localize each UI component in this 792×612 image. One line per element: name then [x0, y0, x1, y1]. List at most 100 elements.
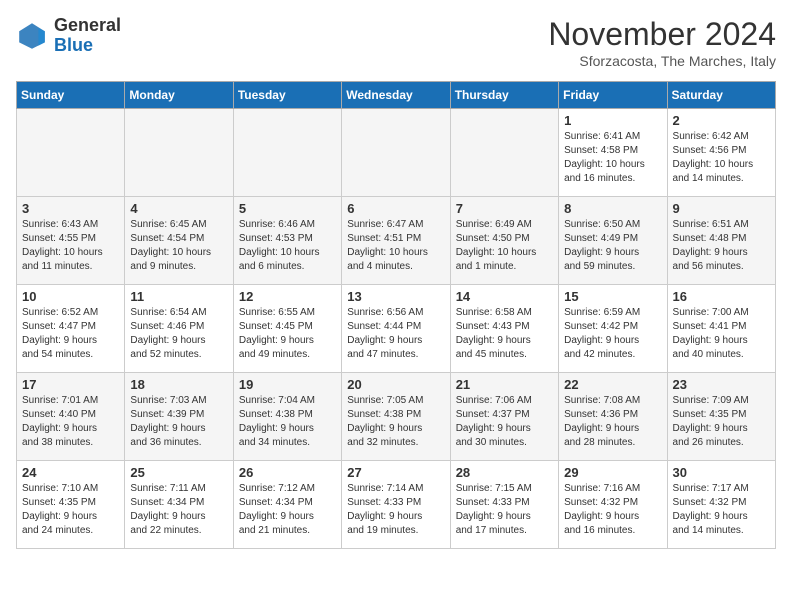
day-number: 9: [673, 201, 770, 216]
day-number: 23: [673, 377, 770, 392]
calendar-cell: 30 Sunrise: 7:17 AMSunset: 4:32 PMDayligh…: [667, 461, 775, 549]
calendar-week-row: 24 Sunrise: 7:10 AMSunset: 4:35 PMDayligh…: [17, 461, 776, 549]
day-info: Sunrise: 6:59 AMSunset: 4:42 PMDaylight:…: [564, 306, 661, 362]
calendar-cell: 19Sunrise: 7:04 AMSunset: 4:38 PMDayligh…: [233, 373, 341, 461]
calendar-cell: 11 Sunrise: 6:54 AMSunset: 4:46 PMDayligh…: [125, 285, 233, 373]
day-info: Sunrise: 7:10 AMSunset: 4:35 PMDaylight:…: [22, 482, 119, 538]
day-info: Sunrise: 7:08 AMSunset: 4:36 PMDaylight:…: [564, 394, 661, 450]
day-info: Sunrise: 6:50 AMSunset: 4:49 PMDaylight:…: [564, 218, 661, 274]
calendar-cell: 28 Sunrise: 7:15 AMSunset: 4:33 PMDayligh…: [450, 461, 558, 549]
day-info: Sunrise: 6:45 AMSunset: 4:54 PMDaylight:…: [130, 218, 227, 274]
calendar-cell: 6 Sunrise: 6:47 AMSunset: 4:51 PMDaylight…: [342, 197, 450, 285]
calendar-cell: 18Sunrise: 7:03 AMSunset: 4:39 PMDayligh…: [125, 373, 233, 461]
calendar-header-row: SundayMondayTuesdayWednesdayThursdayFrid…: [17, 82, 776, 109]
calendar-cell: 4 Sunrise: 6:45 AMSunset: 4:54 PMDaylight…: [125, 197, 233, 285]
day-info: Sunrise: 6:42 AMSunset: 4:56 PMDaylight:…: [673, 130, 770, 186]
calendar-cell: 10Sunrise: 6:52 AMSunset: 4:47 PMDayligh…: [17, 285, 125, 373]
day-number: 11: [130, 289, 227, 304]
calendar-week-row: 10Sunrise: 6:52 AMSunset: 4:47 PMDayligh…: [17, 285, 776, 373]
calendar-header-tuesday: Tuesday: [233, 82, 341, 109]
calendar-cell: [17, 109, 125, 197]
calendar-table: SundayMondayTuesdayWednesdayThursdayFrid…: [16, 81, 776, 549]
day-number: 21: [456, 377, 553, 392]
day-info: Sunrise: 6:47 AMSunset: 4:51 PMDaylight:…: [347, 218, 444, 274]
location-subtitle: Sforzacosta, The Marches, Italy: [548, 53, 776, 69]
calendar-week-row: 1 Sunrise: 6:41 AMSunset: 4:58 PMDaylight…: [17, 109, 776, 197]
day-number: 29: [564, 465, 661, 480]
calendar-cell: 1 Sunrise: 6:41 AMSunset: 4:58 PMDaylight…: [559, 109, 667, 197]
day-info: Sunrise: 7:15 AMSunset: 4:33 PMDaylight:…: [456, 482, 553, 538]
day-info: Sunrise: 7:12 AMSunset: 4:34 PMDaylight:…: [239, 482, 336, 538]
day-info: Sunrise: 6:55 AMSunset: 4:45 PMDaylight:…: [239, 306, 336, 362]
calendar-cell: 7 Sunrise: 6:49 AMSunset: 4:50 PMDaylight…: [450, 197, 558, 285]
day-number: 13: [347, 289, 444, 304]
day-number: 4: [130, 201, 227, 216]
day-info: Sunrise: 6:46 AMSunset: 4:53 PMDaylight:…: [239, 218, 336, 274]
calendar-cell: 16 Sunrise: 7:00 AMSunset: 4:41 PMDayligh…: [667, 285, 775, 373]
day-info: Sunrise: 7:09 AMSunset: 4:35 PMDaylight:…: [673, 394, 770, 450]
day-number: 18: [130, 377, 227, 392]
day-number: 7: [456, 201, 553, 216]
day-number: 2: [673, 113, 770, 128]
month-title: November 2024: [548, 16, 776, 53]
day-info: Sunrise: 7:06 AMSunset: 4:37 PMDaylight:…: [456, 394, 553, 450]
logo-blue: Blue: [54, 35, 93, 55]
calendar-week-row: 3Sunrise: 6:43 AMSunset: 4:55 PMDaylight…: [17, 197, 776, 285]
day-number: 10: [22, 289, 119, 304]
day-info: Sunrise: 7:00 AMSunset: 4:41 PMDaylight:…: [673, 306, 770, 362]
day-info: Sunrise: 7:17 AMSunset: 4:32 PMDaylight:…: [673, 482, 770, 538]
day-number: 30: [673, 465, 770, 480]
calendar-cell: 24 Sunrise: 7:10 AMSunset: 4:35 PMDayligh…: [17, 461, 125, 549]
calendar-cell: [125, 109, 233, 197]
calendar-header-thursday: Thursday: [450, 82, 558, 109]
calendar-cell: 26Sunrise: 7:12 AMSunset: 4:34 PMDayligh…: [233, 461, 341, 549]
calendar-cell: 21 Sunrise: 7:06 AMSunset: 4:37 PMDayligh…: [450, 373, 558, 461]
day-number: 6: [347, 201, 444, 216]
calendar-cell: 9Sunrise: 6:51 AMSunset: 4:48 PMDaylight…: [667, 197, 775, 285]
day-info: Sunrise: 6:56 AMSunset: 4:44 PMDaylight:…: [347, 306, 444, 362]
calendar-cell: 8Sunrise: 6:50 AMSunset: 4:49 PMDaylight…: [559, 197, 667, 285]
calendar-header-wednesday: Wednesday: [342, 82, 450, 109]
day-number: 16: [673, 289, 770, 304]
day-number: 27: [347, 465, 444, 480]
calendar-cell: 22 Sunrise: 7:08 AMSunset: 4:36 PMDayligh…: [559, 373, 667, 461]
calendar-cell: 23 Sunrise: 7:09 AMSunset: 4:35 PMDayligh…: [667, 373, 775, 461]
logo-icon: [16, 20, 48, 52]
page-header: General Blue November 2024 Sforzacosta, …: [16, 16, 776, 69]
title-block: November 2024 Sforzacosta, The Marches, …: [548, 16, 776, 69]
calendar-header-sunday: Sunday: [17, 82, 125, 109]
day-info: Sunrise: 6:54 AMSunset: 4:46 PMDaylight:…: [130, 306, 227, 362]
day-info: Sunrise: 6:49 AMSunset: 4:50 PMDaylight:…: [456, 218, 553, 274]
calendar-cell: 15Sunrise: 6:59 AMSunset: 4:42 PMDayligh…: [559, 285, 667, 373]
calendar-cell: 27Sunrise: 7:14 AMSunset: 4:33 PMDayligh…: [342, 461, 450, 549]
calendar-cell: 12 Sunrise: 6:55 AMSunset: 4:45 PMDayligh…: [233, 285, 341, 373]
day-info: Sunrise: 7:16 AMSunset: 4:32 PMDaylight:…: [564, 482, 661, 538]
calendar-header-friday: Friday: [559, 82, 667, 109]
calendar-cell: 3Sunrise: 6:43 AMSunset: 4:55 PMDaylight…: [17, 197, 125, 285]
day-info: Sunrise: 6:43 AMSunset: 4:55 PMDaylight:…: [22, 218, 119, 274]
calendar-cell: [450, 109, 558, 197]
calendar-cell: 14Sunrise: 6:58 AMSunset: 4:43 PMDayligh…: [450, 285, 558, 373]
day-number: 28: [456, 465, 553, 480]
day-number: 17: [22, 377, 119, 392]
day-number: 22: [564, 377, 661, 392]
day-info: Sunrise: 7:05 AMSunset: 4:38 PMDaylight:…: [347, 394, 444, 450]
calendar-cell: 29 Sunrise: 7:16 AMSunset: 4:32 PMDayligh…: [559, 461, 667, 549]
calendar-header-monday: Monday: [125, 82, 233, 109]
calendar-cell: 13 Sunrise: 6:56 AMSunset: 4:44 PMDayligh…: [342, 285, 450, 373]
calendar-header-saturday: Saturday: [667, 82, 775, 109]
calendar-week-row: 17 Sunrise: 7:01 AMSunset: 4:40 PMDayligh…: [17, 373, 776, 461]
day-number: 24: [22, 465, 119, 480]
day-number: 5: [239, 201, 336, 216]
day-number: 14: [456, 289, 553, 304]
day-number: 19: [239, 377, 336, 392]
day-number: 25: [130, 465, 227, 480]
logo: General Blue: [16, 16, 121, 56]
logo-text: General Blue: [54, 16, 121, 56]
day-info: Sunrise: 6:41 AMSunset: 4:58 PMDaylight:…: [564, 130, 661, 186]
calendar-cell: 17 Sunrise: 7:01 AMSunset: 4:40 PMDayligh…: [17, 373, 125, 461]
calendar-cell: 20Sunrise: 7:05 AMSunset: 4:38 PMDayligh…: [342, 373, 450, 461]
day-number: 1: [564, 113, 661, 128]
day-info: Sunrise: 7:01 AMSunset: 4:40 PMDaylight:…: [22, 394, 119, 450]
day-number: 12: [239, 289, 336, 304]
